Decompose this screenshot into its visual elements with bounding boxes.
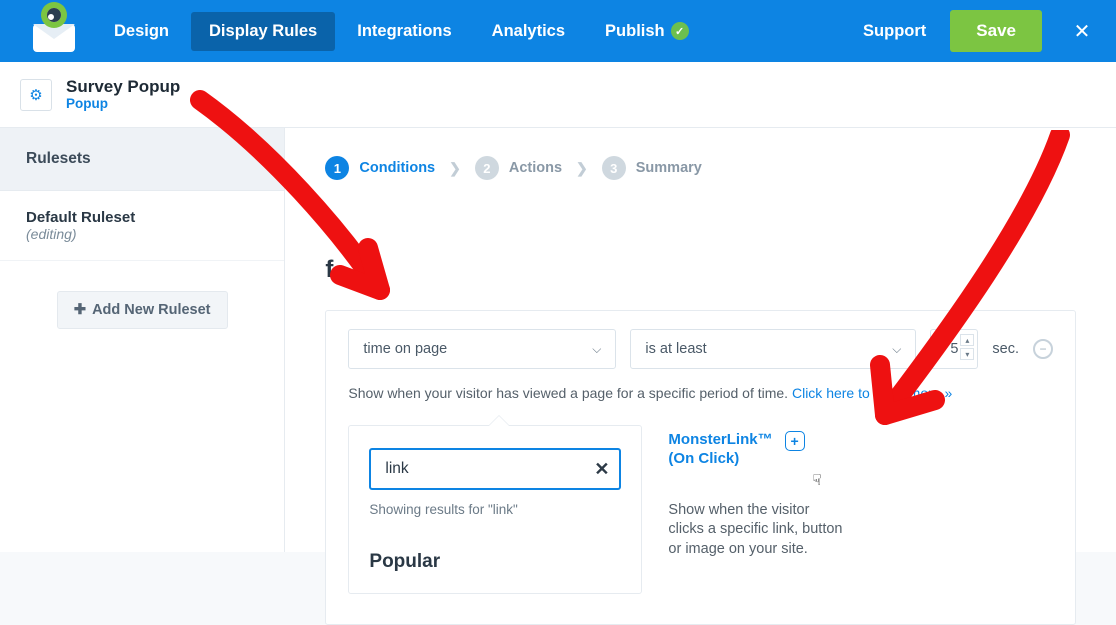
add-option-button[interactable]: +: [785, 431, 805, 451]
tab-analytics[interactable]: Analytics: [474, 12, 583, 51]
rule-card: time on page ⌵ is at least ⌵ 5 ▴ ▾ sec. …: [325, 310, 1076, 625]
step-number: 2: [475, 156, 499, 180]
step-up-button[interactable]: ▴: [960, 334, 974, 346]
clear-search-button[interactable]: ✕: [594, 459, 609, 480]
step-label: Summary: [636, 160, 702, 176]
option-title-line1: MonsterLink™: [668, 431, 772, 448]
tab-display-rules[interactable]: Display Rules: [191, 12, 335, 51]
step-down-button[interactable]: ▾: [960, 348, 974, 360]
step-label: Conditions: [359, 160, 435, 176]
sidebar: Rulesets Default Ruleset (editing) ✚ Add…: [0, 128, 285, 552]
plus-icon: ✚: [74, 302, 86, 318]
tab-label: Publish: [605, 22, 665, 41]
results-label: Showing results for "link": [369, 502, 621, 517]
check-icon: ✓: [671, 22, 689, 40]
settings-button[interactable]: ⚙: [20, 79, 52, 111]
rule-row: time on page ⌵ is at least ⌵ 5 ▴ ▾ sec. …: [348, 329, 1053, 369]
step-number: 1: [325, 156, 349, 180]
select-value: time on page: [363, 341, 447, 357]
add-ruleset-button[interactable]: ✚ Add New Ruleset: [57, 291, 228, 329]
option-monsterlink: MonsterLink™ (On Click) + ☟ Show when th…: [668, 431, 844, 594]
step-label: Actions: [509, 160, 562, 176]
tab-design[interactable]: Design: [96, 12, 187, 51]
step-actions[interactable]: 2 Actions: [475, 156, 562, 180]
ruleset-name: Default Ruleset: [26, 209, 258, 226]
select-value: is at least: [645, 341, 706, 357]
nav-tabs: Design Display Rules Integrations Analyt…: [96, 12, 707, 51]
number-spinner: ▴ ▾: [960, 334, 974, 360]
search-input[interactable]: [385, 460, 594, 478]
minus-icon: −: [1039, 342, 1046, 356]
campaign-title: Survey Popup: [66, 78, 180, 97]
close-icon: ✕: [1074, 19, 1091, 44]
learn-more-link[interactable]: Click here to learn more »: [792, 385, 952, 401]
tab-label: Integrations: [357, 22, 451, 41]
help-text: Show when your visitor has viewed a page…: [348, 385, 792, 401]
tab-label: Display Rules: [209, 22, 317, 41]
support-button[interactable]: Support: [847, 12, 942, 51]
condition-dropdown-panel: ✕ Showing results for "link" Popular: [348, 425, 642, 594]
cursor-pointer-icon: ☟: [812, 471, 988, 489]
rule-help-text: Show when your visitor has viewed a page…: [348, 385, 1053, 401]
tab-publish[interactable]: Publish ✓: [587, 12, 707, 51]
search-box: ✕: [369, 448, 621, 490]
option-title-line2: (On Click): [668, 450, 739, 467]
section-popular-heading: Popular: [369, 551, 621, 573]
operator-select[interactable]: is at least ⌵: [630, 329, 916, 369]
unit-label: sec.: [992, 341, 1019, 357]
step-conditions[interactable]: 1 Conditions: [325, 156, 435, 180]
brand-logo[interactable]: [12, 8, 96, 54]
chevron-down-icon: ⌵: [892, 342, 901, 357]
value-input[interactable]: 5 ▴ ▾: [930, 329, 978, 369]
step-number: 3: [602, 156, 626, 180]
wizard-steps: 1 Conditions ❯ 2 Actions ❯ 3 Summary: [325, 156, 1076, 180]
campaign-header: ⚙ Survey Popup Popup: [0, 62, 1116, 128]
tab-label: Analytics: [492, 22, 565, 41]
gear-icon: ⚙: [29, 86, 42, 104]
ruleset-state: (editing): [26, 226, 258, 242]
campaign-type: Popup: [66, 96, 180, 111]
chevron-down-icon: ⌵: [592, 342, 601, 357]
option-title: MonsterLink™ (On Click): [668, 431, 772, 469]
remove-rule-button[interactable]: −: [1033, 339, 1053, 359]
step-summary[interactable]: 3 Summary: [602, 156, 702, 180]
chevron-right-icon: ❯: [576, 160, 588, 177]
value-text: 5: [950, 341, 958, 357]
condition-select[interactable]: time on page ⌵: [348, 329, 616, 369]
chevron-right-icon: ❯: [449, 160, 461, 177]
section-title-fragment: f...: [325, 256, 1076, 284]
close-button[interactable]: ✕: [1060, 9, 1104, 53]
top-nav: Design Display Rules Integrations Analyt…: [0, 0, 1116, 62]
tab-label: Design: [114, 22, 169, 41]
sidebar-item-default-ruleset[interactable]: Default Ruleset (editing): [0, 191, 284, 261]
sidebar-header: Rulesets: [0, 128, 284, 191]
save-button[interactable]: Save: [950, 10, 1042, 52]
add-ruleset-label: Add New Ruleset: [92, 302, 210, 318]
content-area: 1 Conditions ❯ 2 Actions ❯ 3 Summary f..…: [285, 128, 1116, 552]
tab-integrations[interactable]: Integrations: [339, 12, 469, 51]
option-description: Show when the visitor clicks a specific …: [668, 501, 844, 560]
